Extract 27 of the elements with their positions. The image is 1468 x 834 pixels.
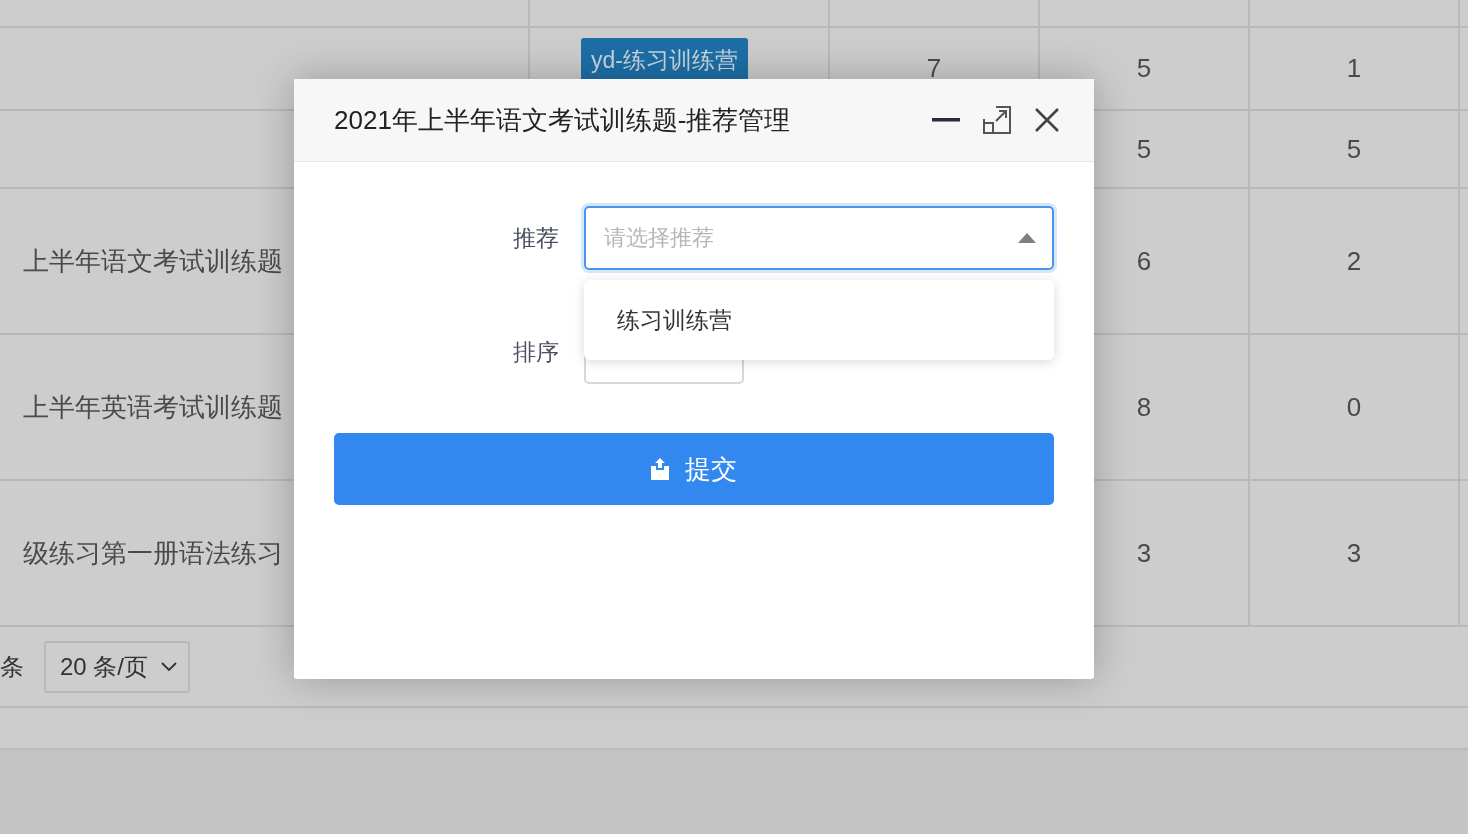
table-cell: 7 [926,53,942,84]
table-cell: 5 [1346,133,1362,165]
field-label: 排序 [512,337,559,367]
total-count-text: 条 [0,651,24,682]
table-cell: 3 [1136,537,1152,569]
table-cell: 3 [1346,537,1362,569]
close-button[interactable] [1034,107,1060,133]
submit-button[interactable]: 提交 [334,433,1054,505]
table-cell: 2 [1346,245,1362,277]
minimize-button[interactable] [932,117,960,123]
maximize-button[interactable] [982,105,1012,135]
upload-icon [651,458,669,480]
caret-up-icon [1018,233,1036,243]
table-cell: 1 [1346,53,1362,84]
dropdown-option[interactable]: 练习训练营 [584,288,1054,352]
page-size-select[interactable]: 20 条/页 [44,640,190,693]
table-cell-text: 级练习第一册语法练习 [23,536,283,570]
dialog-title: 2021年上半年语文考试训练题-推荐管理 [334,103,791,137]
table-cell: 6 [1136,245,1152,277]
table-cell-text: 上半年语文考试训练题 [23,244,283,278]
table-cell: 8 [1136,391,1152,423]
table-cell: 5 [1136,133,1152,165]
table-cell: 0 [1346,391,1362,423]
table-cell: 5 [1136,53,1152,84]
table-cell-text: 上半年英语考试训练题 [23,390,283,424]
field-label: 推荐 [512,223,559,253]
chevron-down-icon [160,660,178,673]
